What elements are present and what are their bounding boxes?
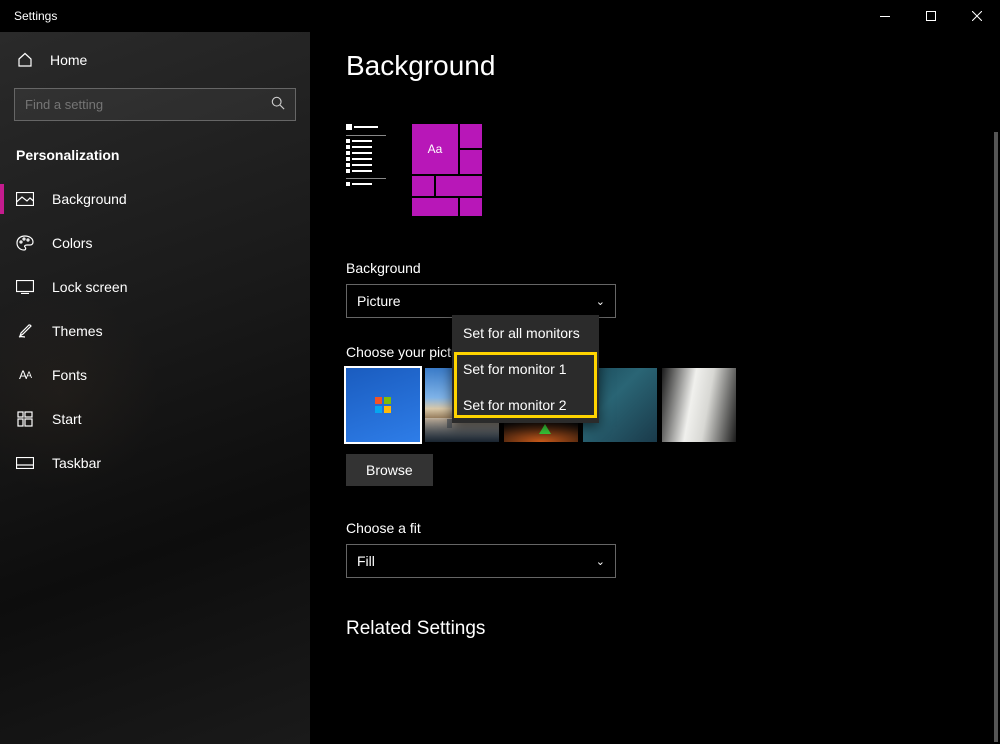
fit-label: Choose a fit <box>346 520 1000 536</box>
sidebar-item-colors[interactable]: Colors <box>0 221 310 265</box>
sidebar-item-taskbar[interactable]: Taskbar <box>0 441 310 485</box>
app-title: Settings <box>14 9 57 23</box>
tiles-preview: Aa <box>412 124 482 214</box>
sidebar-item-label: Colors <box>52 235 92 251</box>
background-dropdown[interactable]: Picture ⌄ <box>346 284 616 318</box>
scrollbar[interactable] <box>994 132 998 742</box>
fit-dropdown-value: Fill <box>357 553 375 569</box>
palette-icon <box>16 234 34 252</box>
search-input[interactable] <box>25 97 271 112</box>
sidebar-item-background[interactable]: Background <box>0 177 310 221</box>
sidebar-item-label: Background <box>52 191 127 207</box>
theme-preview: Aa <box>346 124 1000 214</box>
themes-icon <box>16 322 34 340</box>
context-menu-item-all[interactable]: Set for all monitors <box>452 315 599 351</box>
choose-picture-label: Choose your picture <box>346 344 1000 360</box>
picture-thumb-5[interactable] <box>662 368 736 442</box>
maximize-button[interactable] <box>908 0 954 32</box>
home-icon <box>16 51 34 69</box>
chevron-down-icon: ⌄ <box>596 295 605 308</box>
lock-screen-icon <box>16 278 34 296</box>
context-menu: Set for all monitors Set for monitor 1 S… <box>452 315 599 423</box>
section-title: Personalization <box>0 139 310 177</box>
context-menu-item-monitor-2[interactable]: Set for monitor 2 <box>452 387 599 423</box>
browse-button[interactable]: Browse <box>346 454 433 486</box>
main-content: Background Aa Background <box>310 32 1000 744</box>
context-menu-item-monitor-1[interactable]: Set for monitor 1 <box>452 351 599 387</box>
sidebar-item-lock-screen[interactable]: Lock screen <box>0 265 310 309</box>
home-label: Home <box>50 52 87 68</box>
title-bar: Settings <box>0 0 1000 32</box>
sidebar-item-start[interactable]: Start <box>0 397 310 441</box>
taskbar-preview <box>346 124 386 214</box>
picture-thumb-1[interactable] <box>346 368 420 442</box>
related-settings-heading: Related Settings <box>346 618 1000 640</box>
search-box[interactable] <box>14 88 296 121</box>
chevron-down-icon: ⌄ <box>596 555 605 568</box>
close-button[interactable] <box>954 0 1000 32</box>
picture-thumbnails <box>346 368 1000 442</box>
window-controls <box>862 0 1000 32</box>
start-icon <box>16 410 34 428</box>
sidebar-item-label: Lock screen <box>52 279 127 295</box>
sidebar-item-themes[interactable]: Themes <box>0 309 310 353</box>
minimize-button[interactable] <box>862 0 908 32</box>
preview-tile-aa: Aa <box>412 124 458 174</box>
sidebar-item-label: Start <box>52 411 82 427</box>
taskbar-icon <box>16 454 34 472</box>
picture-icon <box>16 190 34 208</box>
sidebar-item-label: Fonts <box>52 367 87 383</box>
home-button[interactable]: Home <box>0 40 310 80</box>
fonts-icon: AA <box>16 366 34 384</box>
sidebar-item-label: Taskbar <box>52 455 101 471</box>
background-label: Background <box>346 260 1000 276</box>
sidebar: Home Personalization Background Colors L… <box>0 32 310 744</box>
search-icon <box>271 96 285 113</box>
background-dropdown-value: Picture <box>357 293 401 309</box>
sidebar-item-label: Themes <box>52 323 103 339</box>
sidebar-item-fonts[interactable]: AA Fonts <box>0 353 310 397</box>
fit-dropdown[interactable]: Fill ⌄ <box>346 544 616 578</box>
page-title: Background <box>346 50 1000 82</box>
